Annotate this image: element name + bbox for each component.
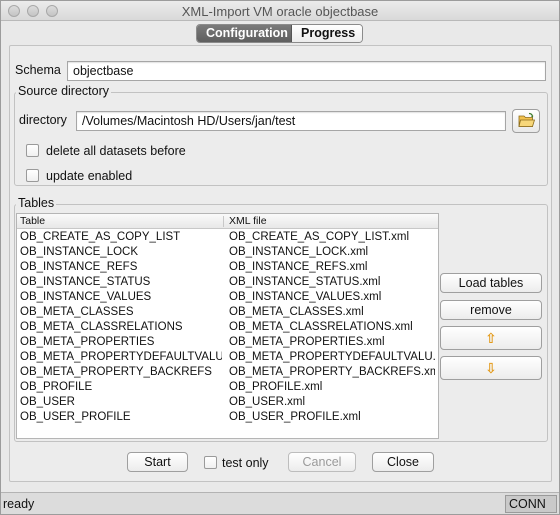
window-title: XML-Import VM oracle objectbase: [181, 4, 379, 19]
load-tables-button[interactable]: Load tables: [440, 273, 542, 293]
test-only-label: test only: [222, 456, 269, 470]
remove-button[interactable]: remove: [440, 300, 542, 320]
table-row[interactable]: OB_META_CLASSES OB_META_CLASSES.xml: [17, 305, 438, 320]
table-row[interactable]: OB_INSTANCE_STATUS OB_INSTANCE_STATUS.xml: [17, 275, 438, 290]
tables-list[interactable]: Table XML file OB_CREATE_AS_COPY_LIST OB_…: [16, 213, 439, 439]
arrow-up-icon: ⇧: [485, 330, 497, 346]
table-header: Table XML file: [17, 214, 438, 229]
xml-file-cell: OB_META_CLASSRELATIONS.xml: [229, 321, 413, 333]
xml-file-cell: OB_META_CLASSES.xml: [229, 306, 364, 318]
start-button[interactable]: Start: [127, 452, 188, 472]
column-header-table[interactable]: Table: [20, 215, 45, 228]
table-row[interactable]: OB_INSTANCE_VALUES OB_INSTANCE_VALUES.xml: [17, 290, 438, 305]
table-row[interactable]: OB_META_CLASSRELATIONS OB_META_CLASSRELAT…: [17, 320, 438, 335]
xml-file-cell: OB_INSTANCE_VALUES.xml: [229, 291, 382, 303]
xml-file-cell: OB_META_PROPERTYDEFAULTVALU...: [229, 351, 435, 363]
xml-file-cell: OB_META_PROPERTIES.xml: [229, 336, 385, 348]
delete-all-label: delete all datasets before: [46, 144, 186, 158]
xml-file-cell: OB_CREATE_AS_COPY_LIST.xml: [229, 231, 410, 243]
table-name-cell: OB_META_PROPERTIES: [20, 336, 155, 348]
table-row[interactable]: OB_USER OB_USER.xml: [17, 395, 438, 410]
delete-all-checkbox[interactable]: [26, 144, 39, 157]
column-header-xml-file[interactable]: XML file: [229, 215, 267, 228]
tab-progress[interactable]: Progress: [292, 25, 362, 42]
table-row[interactable]: OB_INSTANCE_REFS OB_INSTANCE_REFS.xml: [17, 260, 438, 275]
test-only-checkbox[interactable]: [204, 456, 217, 469]
xml-file-cell: OB_PROFILE.xml: [229, 381, 323, 393]
move-up-button[interactable]: ⇧: [440, 326, 542, 350]
table-row[interactable]: OB_PROFILE OB_PROFILE.xml: [17, 380, 438, 395]
update-enabled-label: update enabled: [46, 169, 133, 183]
xml-file-cell: OB_INSTANCE_STATUS.xml: [229, 276, 381, 288]
tables-title: Tables: [16, 196, 57, 210]
source-directory-title: Source directory: [16, 84, 112, 98]
table-name-cell: OB_INSTANCE_VALUES: [20, 291, 152, 303]
table-name-cell: OB_META_CLASSRELATIONS: [20, 321, 183, 333]
table-name-cell: OB_META_PROPERTY_BACKREFS: [20, 366, 212, 378]
table-name-cell: OB_META_CLASSES: [20, 306, 134, 318]
table-name-cell: OB_USER_PROFILE: [20, 411, 131, 423]
xml-file-cell: OB_INSTANCE_LOCK.xml: [229, 246, 369, 258]
table-name-cell: OB_INSTANCE_REFS: [20, 261, 138, 273]
table-name-cell: OB_META_PROPERTYDEFAULTVALUES: [20, 351, 222, 363]
folder-open-icon: [518, 112, 536, 127]
status-bar: ready CONN: [1, 492, 559, 514]
table-name-cell: OB_PROFILE: [20, 381, 93, 393]
schema-label: Schema: [15, 63, 61, 77]
column-divider[interactable]: [223, 216, 224, 227]
table-name-cell: OB_INSTANCE_LOCK: [20, 246, 139, 258]
table-name-cell: OB_USER: [20, 396, 75, 408]
tab-configuration[interactable]: Configuration: [197, 25, 292, 42]
directory-label: directory: [19, 113, 67, 127]
browse-directory-button[interactable]: [512, 109, 540, 133]
title-bar: XML-Import VM oracle objectbase: [1, 1, 559, 21]
tab-bar: Configuration Progress: [196, 24, 363, 43]
close-button[interactable]: Close: [372, 452, 434, 472]
table-row[interactable]: OB_USER_PROFILE OB_USER_PROFILE.xml: [17, 410, 438, 425]
schema-field[interactable]: objectbase: [67, 61, 546, 81]
xml-file-cell: OB_USER.xml: [229, 396, 306, 408]
table-name-cell: OB_INSTANCE_STATUS: [20, 276, 151, 288]
table-row[interactable]: OB_CREATE_AS_COPY_LIST OB_CREATE_AS_COPY_…: [17, 230, 438, 245]
status-text: ready: [3, 497, 35, 511]
table-row[interactable]: OB_META_PROPERTYDEFAULTVALUES OB_META_PRO…: [17, 350, 438, 365]
arrow-down-icon: ⇩: [485, 360, 497, 376]
table-name-cell: OB_CREATE_AS_COPY_LIST: [20, 231, 181, 243]
table-row[interactable]: OB_INSTANCE_LOCK OB_INSTANCE_LOCK.xml: [17, 245, 438, 260]
move-down-button[interactable]: ⇩: [440, 356, 542, 380]
xml-file-cell: OB_INSTANCE_REFS.xml: [229, 261, 368, 273]
table-row[interactable]: OB_META_PROPERTY_BACKREFS OB_META_PROPERT…: [17, 365, 438, 380]
update-enabled-checkbox[interactable]: [26, 169, 39, 182]
xml-file-cell: OB_USER_PROFILE.xml: [229, 411, 361, 423]
table-row[interactable]: OB_META_PROPERTIES OB_META_PROPERTIES.xml: [17, 335, 438, 350]
directory-field[interactable]: /Volumes/Macintosh HD/Users/jan/test: [76, 111, 506, 131]
connection-indicator: CONN: [505, 495, 557, 513]
xml-file-cell: OB_META_PROPERTY_BACKREFS.xml: [229, 366, 435, 378]
cancel-button[interactable]: Cancel: [288, 452, 356, 472]
import-window: XML-Import VM oracle objectbase Configur…: [0, 0, 560, 515]
